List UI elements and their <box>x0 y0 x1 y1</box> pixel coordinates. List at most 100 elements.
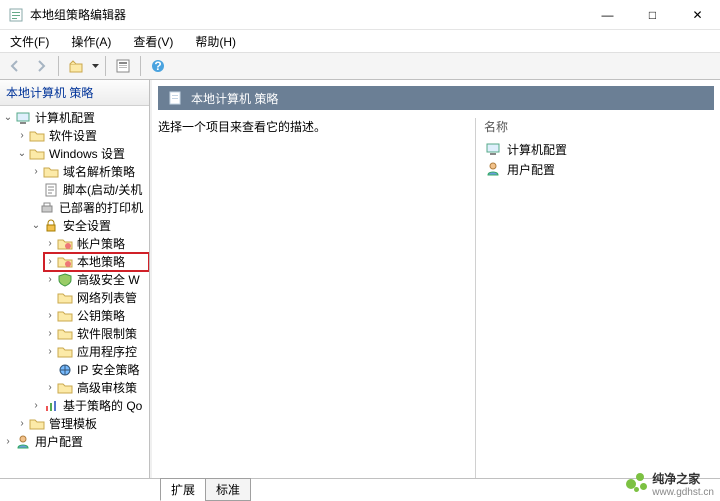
folder-icon <box>29 146 45 162</box>
policy-folder-icon <box>57 236 73 252</box>
tree-node-local-policy[interactable]: › 本地策略 <box>44 253 149 271</box>
folder-icon <box>57 308 73 324</box>
tree-label: 安全设置 <box>61 217 113 235</box>
help-button[interactable]: ? <box>147 55 169 77</box>
folder-icon <box>43 164 59 180</box>
tree-label: 应用程序控 <box>75 343 139 361</box>
menu-file[interactable]: 文件(F) <box>6 31 53 52</box>
up-button[interactable] <box>65 55 87 77</box>
tree-node-public-key[interactable]: › 公钥策略 <box>44 307 149 325</box>
tree-label: 计算机配置 <box>33 109 97 127</box>
properties-button[interactable] <box>112 55 134 77</box>
tree-label: 基于策略的 Qo <box>61 397 144 415</box>
tree-label: 软件设置 <box>47 127 99 145</box>
expand-icon[interactable]: › <box>44 343 56 361</box>
watermark-name: 纯净之家 <box>652 470 714 487</box>
close-button[interactable]: ✕ <box>675 0 720 29</box>
minimize-button[interactable]: — <box>585 0 630 29</box>
tree-node-app-control[interactable]: › 应用程序控 <box>44 343 149 361</box>
tree-node-scripts[interactable]: 脚本(启动/关机 <box>30 181 149 199</box>
tree-node-software-settings[interactable]: › 软件设置 <box>16 127 149 145</box>
expand-icon[interactable]: › <box>30 163 42 181</box>
tree-node-computer-config[interactable]: ⌄ 计算机配置 <box>2 109 149 127</box>
tree-node-account-policy[interactable]: › 帐户策略 <box>44 235 149 253</box>
user-icon <box>485 161 501 177</box>
list-item-computer-config[interactable]: 计算机配置 <box>484 139 714 159</box>
list-item-user-config[interactable]: 用户配置 <box>484 159 714 179</box>
tree-label: 公钥策略 <box>75 307 127 325</box>
shield-icon <box>57 272 73 288</box>
lock-icon <box>43 218 59 234</box>
tree-label: 管理模板 <box>47 415 99 433</box>
tree-label: 网络列表管 <box>75 289 139 307</box>
expand-icon[interactable]: › <box>44 325 56 343</box>
expand-icon[interactable]: › <box>44 235 56 253</box>
tree-node-qos[interactable]: › 基于策略的 Qo <box>30 397 149 415</box>
toolbar-separator <box>140 56 141 76</box>
collapse-icon[interactable]: ⌄ <box>16 145 28 163</box>
expand-icon[interactable]: › <box>2 433 14 451</box>
tree-node-network-list[interactable]: 网络列表管 <box>44 289 149 307</box>
expand-icon[interactable]: › <box>44 271 56 289</box>
tree-node-ip-security[interactable]: IP 安全策略 <box>44 361 149 379</box>
expand-icon[interactable]: › <box>16 415 28 433</box>
expand-icon[interactable]: › <box>44 379 56 397</box>
folder-icon <box>29 416 45 432</box>
tree-node-adv-security[interactable]: › 高级安全 W <box>44 271 149 289</box>
watermark-url: www.gdhst.cn <box>652 487 714 498</box>
tree-header[interactable]: 本地计算机 策略 <box>0 80 149 106</box>
menu-help[interactable]: 帮助(H) <box>191 31 240 52</box>
tree-label: IP 安全策略 <box>75 361 141 379</box>
menu-view[interactable]: 查看(V) <box>129 31 177 52</box>
menu-action[interactable]: 操作(A) <box>67 31 115 52</box>
toolbar: ? <box>0 52 720 80</box>
menu-bar: 文件(F) 操作(A) 查看(V) 帮助(H) <box>0 30 720 52</box>
tab-extended[interactable]: 扩展 <box>160 478 206 501</box>
tree-node-software-restrict[interactable]: › 软件限制策 <box>44 325 149 343</box>
folder-icon <box>57 344 73 360</box>
expand-icon[interactable]: › <box>30 397 42 415</box>
tree-label: 软件限制策 <box>75 325 139 343</box>
column-header-name[interactable]: 名称 <box>484 118 714 139</box>
list-item-label: 计算机配置 <box>507 141 567 158</box>
details-header-title: 本地计算机 策略 <box>191 90 278 107</box>
tree-node-dns-policy[interactable]: › 域名解析策略 <box>30 163 149 181</box>
collapse-icon[interactable]: ⌄ <box>2 109 14 127</box>
user-icon <box>15 434 31 450</box>
instruction-text: 选择一个项目来查看它的描述。 <box>158 118 467 135</box>
tree-node-deployed-printers[interactable]: 已部署的打印机 <box>30 199 149 217</box>
expand-icon[interactable]: › <box>16 127 28 145</box>
printer-icon <box>39 200 55 216</box>
tree-node-security-settings[interactable]: ⌄ 安全设置 <box>30 217 149 235</box>
computer-icon <box>485 141 501 157</box>
tree-node-admin-templates[interactable]: › 管理模板 <box>16 415 149 433</box>
window-title: 本地组策略编辑器 <box>30 6 585 23</box>
expand-icon[interactable]: › <box>44 253 56 271</box>
tree-label: 脚本(启动/关机 <box>61 181 144 199</box>
maximize-button[interactable]: □ <box>630 0 675 29</box>
tree-pane: 本地计算机 策略 ⌄ 计算机配置 › 软件设置 ⌄ Windows 设置 <box>0 80 150 478</box>
tree-node-adv-audit[interactable]: › 高级审核策 <box>44 379 149 397</box>
tree-label: 高级审核策 <box>75 379 139 397</box>
tree-label: Windows 设置 <box>47 145 127 163</box>
tree-node-windows-settings[interactable]: ⌄ Windows 设置 <box>16 145 149 163</box>
expand-icon[interactable]: › <box>44 307 56 325</box>
bottom-tabs: 扩展 标准 <box>0 478 720 500</box>
folder-icon <box>29 128 45 144</box>
policy-folder-icon <box>57 254 73 270</box>
tab-standard[interactable]: 标准 <box>205 478 251 501</box>
tree-label: 本地策略 <box>75 253 127 271</box>
collapse-icon[interactable]: ⌄ <box>30 217 42 235</box>
folder-icon <box>57 380 73 396</box>
tree-label: 帐户策略 <box>75 235 127 253</box>
tree-node-user-config[interactable]: › 用户配置 <box>2 433 149 451</box>
toolbar-separator <box>105 56 106 76</box>
script-icon <box>43 182 59 198</box>
dropdown-icon[interactable] <box>91 64 99 68</box>
back-button[interactable] <box>4 55 26 77</box>
forward-button[interactable] <box>30 55 52 77</box>
svg-text:?: ? <box>154 59 161 73</box>
watermark-logo <box>626 473 648 495</box>
tree-label: 高级安全 W <box>75 271 142 289</box>
toolbar-separator <box>58 56 59 76</box>
